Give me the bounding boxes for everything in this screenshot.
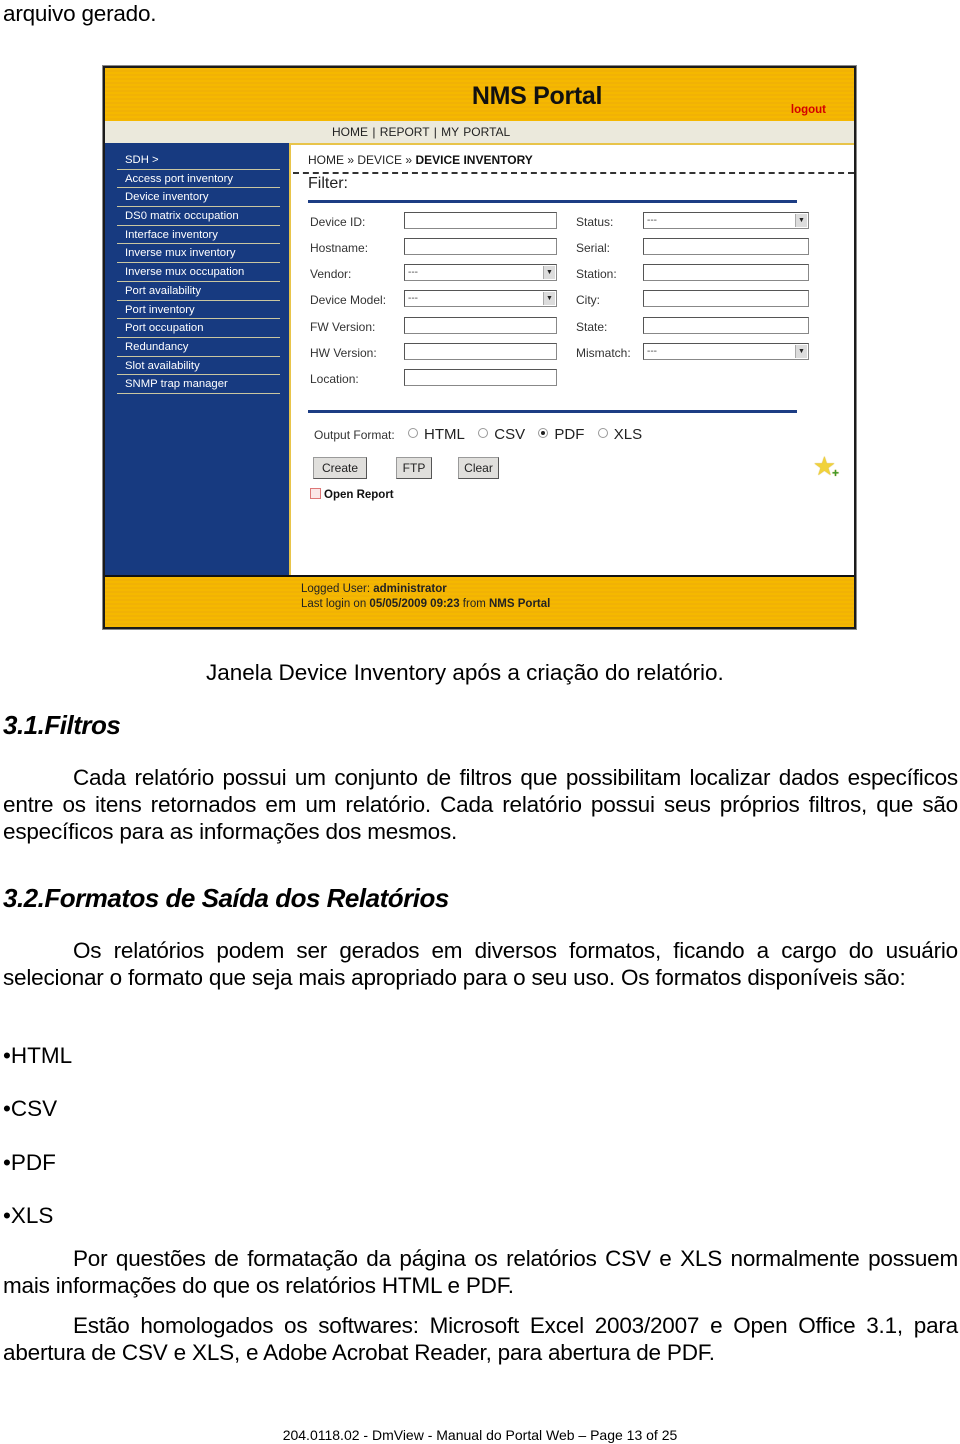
breadcrumb-device[interactable]: DEVICE: [357, 153, 402, 167]
location-label: Location:: [310, 372, 359, 386]
city-label: City:: [576, 293, 600, 307]
list-item: •PDF: [3, 1150, 56, 1175]
state-label: State:: [576, 320, 608, 334]
sidebar-item-interface-inventory[interactable]: Interface inventory: [117, 226, 280, 245]
report-icon: [310, 488, 321, 499]
radio-pdf[interactable]: [538, 428, 549, 438]
city-input[interactable]: [643, 290, 809, 307]
chevron-down-icon[interactable]: ▼: [543, 266, 555, 279]
hostname-label: Hostname:: [310, 241, 369, 255]
vendor-label: Vendor:: [310, 267, 352, 281]
chevron-down-icon[interactable]: ▼: [795, 345, 807, 358]
fw-version-label: FW Version:: [310, 320, 376, 334]
sidebar-item-ds0-matrix-occupation[interactable]: DS0 matrix occupation: [117, 207, 280, 226]
create-button[interactable]: Create: [313, 457, 367, 479]
chevron-down-icon[interactable]: ▼: [795, 214, 807, 227]
device-model-label: Device Model:: [310, 293, 387, 307]
device-id-input[interactable]: [404, 212, 557, 229]
login-source: NMS Portal: [489, 598, 551, 610]
section-paragraph: Estão homologados os softwares: Microsof…: [3, 1313, 958, 1365]
top-nav: HOME | REPORT | MY PORTAL: [105, 121, 854, 143]
list-item: •CSV: [3, 1096, 58, 1121]
breadcrumb: HOME » DEVICE » DEVICE INVENTORY: [308, 153, 533, 167]
radio-html[interactable]: [408, 428, 419, 438]
radio-csv[interactable]: [478, 428, 489, 438]
vendor-select[interactable]: --- ▼: [404, 264, 557, 281]
output-format-label: Output Format:: [314, 428, 395, 442]
nav-home[interactable]: HOME: [332, 125, 368, 139]
serial-label: Serial:: [576, 241, 611, 255]
star-add-icon[interactable]: ★ +: [813, 451, 839, 482]
serial-input[interactable]: [643, 238, 809, 255]
nav-my-portal[interactable]: MY PORTAL: [441, 125, 510, 139]
sidebar-item-redundancy[interactable]: Redundancy: [117, 338, 280, 357]
sidebar-item-port-availability[interactable]: Port availability: [117, 282, 280, 301]
sidebar-item-port-occupation[interactable]: Port occupation: [117, 319, 280, 338]
sidebar-item-slot-availability[interactable]: Slot availability: [117, 357, 280, 376]
sidebar-item-port-inventory[interactable]: Port inventory: [117, 301, 280, 320]
radio-xls[interactable]: [597, 428, 608, 438]
page-footer: 204.0118.02 - DmView - Manual do Portal …: [282, 1427, 678, 1443]
sidebar-item-inverse-mux-inventory[interactable]: Inverse mux inventory: [117, 244, 280, 264]
state-input[interactable]: [643, 317, 809, 334]
divider: [308, 200, 797, 203]
portal-footer: Logged User: administrator Last login on…: [105, 575, 854, 627]
main-content: HOME » DEVICE » DEVICE INVENTORY Filter:…: [291, 143, 854, 575]
hostname-input[interactable]: [404, 238, 557, 255]
portal-title: NMS Portal: [471, 82, 603, 110]
sidebar-item-device-inventory[interactable]: Device inventory: [117, 188, 280, 208]
section-paragraph: Por questões de formatação da página os …: [3, 1246, 958, 1298]
breadcrumb-current: DEVICE INVENTORY: [415, 153, 533, 167]
section-heading: 3.2.Formatos de Saída dos Relatórios: [3, 883, 449, 913]
portal-screenshot: NMS Portal logout HOME | REPORT | MY POR…: [103, 66, 856, 629]
section-heading: 3.1.Filtros: [3, 710, 121, 740]
logged-user: administrator: [373, 583, 447, 595]
login-info: Logged User: administrator Last login on…: [301, 583, 551, 610]
sidebar-item-inverse-mux-occupation[interactable]: Inverse mux occupation: [117, 263, 280, 282]
chevron-down-icon[interactable]: ▼: [543, 292, 555, 305]
device-model-select[interactable]: --- ▼: [404, 290, 557, 307]
sidebar-item-snmp-trap-manager[interactable]: SNMP trap manager: [117, 375, 280, 394]
portal-header: NMS Portal logout: [105, 68, 854, 121]
sidebar-item-sdh[interactable]: SDH >: [117, 151, 280, 170]
section-paragraph: Cada relatório possui um conjunto de fil…: [3, 765, 958, 844]
location-input[interactable]: [404, 369, 557, 386]
clear-button[interactable]: Clear: [458, 457, 499, 479]
nav-report[interactable]: REPORT: [380, 125, 430, 139]
divider: [308, 410, 797, 413]
breadcrumb-home[interactable]: HOME: [308, 153, 344, 167]
open-report-link[interactable]: Open Report: [310, 488, 394, 501]
list-item: •XLS: [3, 1203, 54, 1228]
logout-link[interactable]: logout: [791, 104, 826, 116]
last-login-time: 05/05/2009 09:23: [369, 598, 460, 610]
hw-version-label: HW Version:: [310, 346, 377, 360]
status-label: Status:: [576, 215, 614, 229]
status-select[interactable]: --- ▼: [643, 212, 809, 229]
figure-caption: Janela Device Inventory após a criação d…: [206, 660, 724, 685]
fw-version-input[interactable]: [404, 317, 557, 334]
station-label: Station:: [576, 267, 617, 281]
output-format-group: Output Format: HTML CSV PDF XLS: [314, 426, 643, 443]
sidebar: SDH > Access port inventory Device inven…: [105, 143, 291, 575]
filter-title: Filter:: [308, 175, 348, 192]
device-id-label: Device ID:: [310, 215, 366, 229]
ftp-button[interactable]: FTP: [396, 457, 432, 479]
mismatch-select[interactable]: --- ▼: [643, 343, 809, 360]
station-input[interactable]: [643, 264, 809, 281]
list-item: •HTML: [3, 1043, 73, 1068]
sidebar-item-access-port-inventory[interactable]: Access port inventory: [117, 170, 280, 189]
section-paragraph: Os relatórios podem ser gerados em diver…: [3, 938, 958, 990]
mismatch-label: Mismatch:: [576, 346, 631, 360]
text-fragment: arquivo gerado.: [3, 1, 157, 26]
divider: [293, 172, 854, 174]
hw-version-input[interactable]: [404, 343, 557, 360]
